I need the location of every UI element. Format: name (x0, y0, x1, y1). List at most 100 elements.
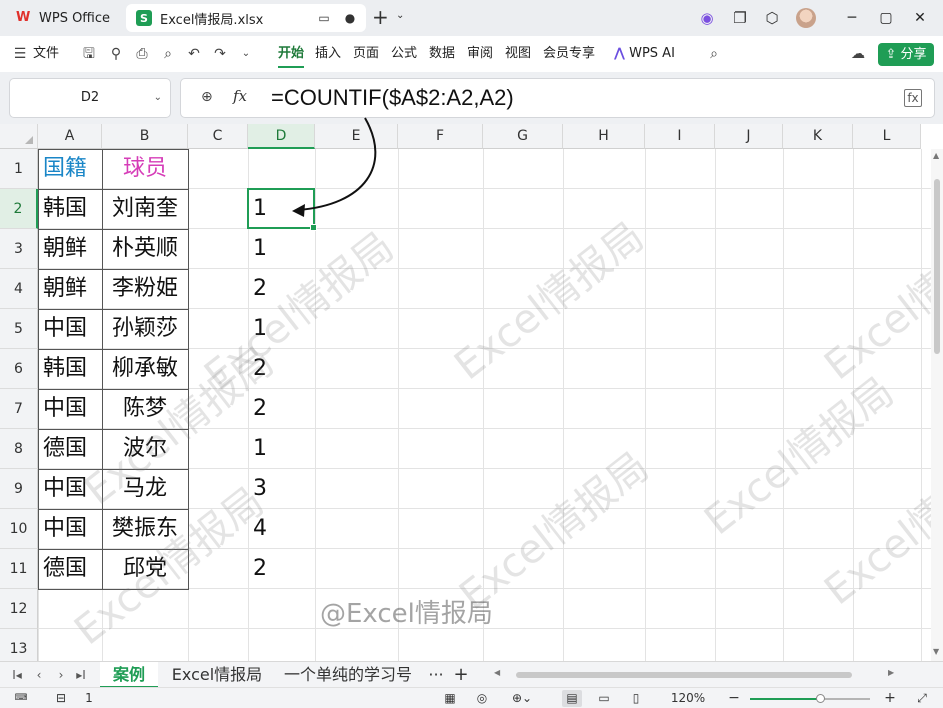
close-button[interactable]: ✕ (908, 6, 932, 30)
wps-ai-button[interactable]: ⋀ WPS AI (614, 44, 675, 64)
window-mode-icon[interactable]: ▭ (316, 10, 332, 26)
column-header-j[interactable]: J (715, 124, 783, 149)
column-header-e[interactable]: E (315, 124, 398, 149)
sheet-tab-study[interactable]: 一个单纯的学习号 (276, 662, 420, 688)
tab-home[interactable]: 开始 (278, 44, 304, 64)
column-header-i[interactable]: I (645, 124, 715, 149)
maximize-button[interactable]: ▢ (874, 6, 898, 30)
sheet-tab-case[interactable]: 案例 (100, 662, 158, 688)
tab-view[interactable]: 视图 (505, 44, 531, 64)
cell-b8[interactable]: 波尔 (102, 429, 188, 469)
cell-d8[interactable]: 1 (248, 429, 315, 469)
cell-d11[interactable]: 2 (248, 549, 315, 589)
cell-a8[interactable]: 德国 (38, 429, 102, 469)
cell-d3[interactable]: 1 (248, 229, 315, 269)
cell-a9[interactable]: 中国 (38, 469, 102, 509)
cell-d9[interactable]: 3 (248, 469, 315, 509)
page-break-icon[interactable]: ▯ (626, 690, 646, 707)
column-header-f[interactable]: F (398, 124, 483, 149)
cell-b4[interactable]: 李粉姫 (102, 269, 188, 309)
cell-b6[interactable]: 柳承敏 (102, 349, 188, 389)
zoom-slider-knob[interactable] (816, 694, 825, 703)
cell-a11[interactable]: 德国 (38, 549, 102, 589)
cell-a4[interactable]: 朝鲜 (38, 269, 102, 309)
vertical-scrollbar[interactable]: ▲ ▼ (931, 149, 943, 661)
cube-icon[interactable]: ⬡ (762, 8, 782, 28)
column-header-d[interactable]: D (248, 124, 315, 149)
cell-b10[interactable]: 樊振东 (102, 509, 188, 549)
save-icon[interactable]: 🖫 (79, 44, 99, 64)
row-header-8[interactable]: 8 (0, 429, 38, 469)
cell-a1-header[interactable]: 国籍 (38, 149, 102, 189)
zoom-level[interactable]: 120% (668, 690, 708, 707)
cell-d6[interactable]: 2 (248, 349, 315, 389)
horizontal-scrollbar[interactable]: ◀ ▶ (490, 668, 900, 679)
name-box[interactable]: D2 ⌄ (9, 78, 171, 118)
cell-a5[interactable]: 中国 (38, 309, 102, 349)
cell-b9[interactable]: 马龙 (102, 469, 188, 509)
row-header-2[interactable]: 2 (0, 189, 38, 229)
chevron-down-icon[interactable]: ⌄ (236, 44, 256, 64)
scroll-up-icon[interactable]: ▲ (933, 151, 939, 160)
cell-grid[interactable]: 国籍 球员 韩国 刘南奎 1 朝鲜 朴英顺 1 朝鲜 李粉姫 2 中国 孙颖莎 1 韩国 柳承敏 2 中国 陈梦 2 德… (38, 149, 931, 661)
spreadsheet-icon[interactable]: ▦ (440, 690, 460, 707)
fx-icon[interactable]: fx (233, 87, 247, 105)
unsaved-dot-icon[interactable]: ● (342, 10, 358, 26)
scroll-right-icon[interactable]: ▶ (888, 668, 894, 677)
cell-a6[interactable]: 韩国 (38, 349, 102, 389)
cell-d10[interactable]: 4 (248, 509, 315, 549)
tab-member[interactable]: 会员专享 (543, 44, 595, 64)
format-painter-icon[interactable]: ⚲ (106, 44, 126, 64)
user-avatar[interactable] (796, 8, 816, 28)
row-header-3[interactable]: 3 (0, 229, 38, 269)
horizontal-scroll-thumb[interactable] (516, 672, 852, 678)
window-tile-icon[interactable]: ❐ (730, 8, 750, 28)
tab-review[interactable]: 审阅 (467, 44, 493, 64)
zoom-in-button[interactable]: + (882, 690, 898, 707)
prev-sheet-icon[interactable]: ‹ (32, 666, 46, 684)
cell-b3[interactable]: 朴英顺 (102, 229, 188, 269)
add-sheet-button[interactable]: + (450, 662, 472, 688)
row-header-7[interactable]: 7 (0, 389, 38, 429)
ai-assistant-icon[interactable]: ◉ (697, 8, 717, 28)
normal-view-icon[interactable]: ▤ (562, 690, 582, 707)
cell-b2[interactable]: 刘南奎 (102, 189, 188, 229)
selected-cell-outline[interactable] (247, 188, 317, 231)
row-header-1[interactable]: 1 (0, 149, 38, 189)
first-sheet-icon[interactable]: I◂ (10, 666, 24, 684)
file-menu[interactable]: 文件 (33, 44, 59, 64)
redo-icon[interactable]: ↷ (210, 44, 230, 64)
cell-b5[interactable]: 孙颖莎 (102, 309, 188, 349)
cell-b7[interactable]: 陈梦 (102, 389, 188, 429)
column-header-b[interactable]: B (102, 124, 188, 149)
cell-a2[interactable]: 韩国 (38, 189, 102, 229)
formula-input[interactable]: ⊕ fx =COUNTIF($A$2:A2,A2) fx (180, 78, 935, 118)
zoom-slider[interactable] (750, 694, 870, 703)
search-icon[interactable]: ⌕ (704, 44, 724, 64)
cell-a3[interactable]: 朝鲜 (38, 229, 102, 269)
tab-data[interactable]: 数据 (429, 44, 455, 64)
minimize-button[interactable]: ─ (840, 6, 864, 30)
select-all-corner[interactable] (0, 124, 38, 149)
hamburger-menu-icon[interactable]: ☰ (10, 44, 30, 64)
tab-page[interactable]: 页面 (353, 44, 379, 64)
print-preview-icon[interactable]: ⌕ (158, 44, 178, 64)
row-header-10[interactable]: 10 (0, 509, 38, 549)
column-header-h[interactable]: H (563, 124, 645, 149)
cell-d7[interactable]: 2 (248, 389, 315, 429)
next-sheet-icon[interactable]: › (54, 666, 68, 684)
column-header-k[interactable]: K (783, 124, 853, 149)
zoom-out-button[interactable]: − (726, 690, 742, 707)
page-layout-icon[interactable]: ▭ (594, 690, 614, 707)
more-sheets-button[interactable]: ··· (424, 662, 448, 688)
macro-record-icon[interactable]: ⌨ (12, 690, 30, 707)
cell-d4[interactable]: 2 (248, 269, 315, 309)
row-header-9[interactable]: 9 (0, 469, 38, 509)
tab-formulas[interactable]: 公式 (391, 44, 417, 64)
last-sheet-icon[interactable]: ▸I (74, 666, 88, 684)
sheet-tab-excel[interactable]: Excel情报局 (162, 662, 272, 688)
column-header-c[interactable]: C (188, 124, 248, 149)
vertical-scroll-thumb[interactable] (934, 179, 940, 354)
wps-home-tab[interactable]: W WPS Office (6, 4, 120, 32)
print-icon[interactable]: ⎙ (132, 44, 152, 64)
